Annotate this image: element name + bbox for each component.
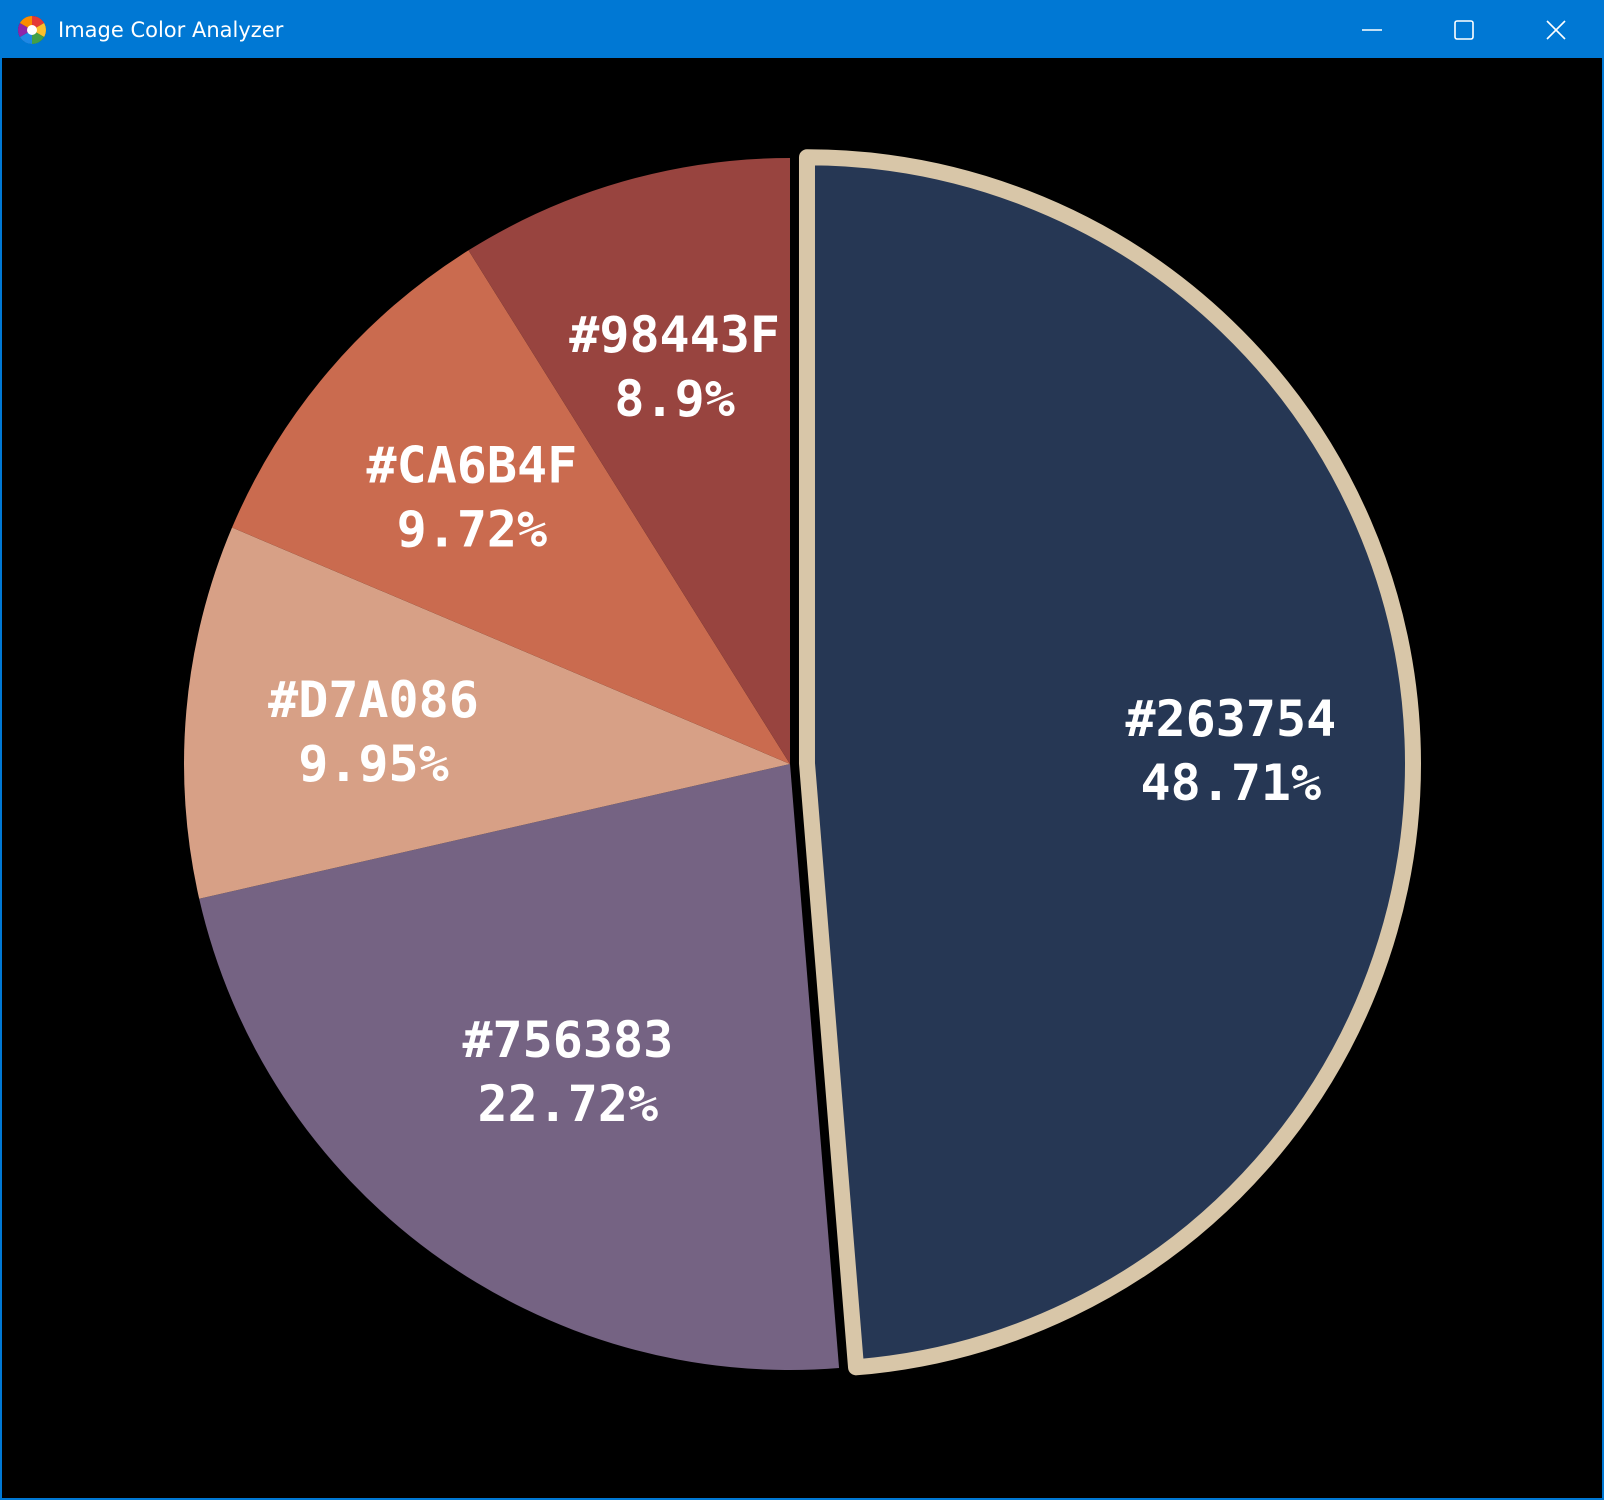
app-window: Image Color Analyzer #263754 48.71% #7563: [0, 0, 1604, 1500]
minimize-icon: [1362, 29, 1382, 31]
title-bar[interactable]: Image Color Analyzer: [2, 2, 1602, 58]
slice-color-label: #756383: [462, 1011, 673, 1069]
pie-slice[interactable]: [798, 149, 1421, 1376]
slice-percent-label: 48.71%: [1141, 754, 1322, 812]
color-wheel-icon: [16, 14, 48, 46]
close-button[interactable]: [1510, 2, 1602, 58]
pie-chart: #263754 48.71% #756383 22.72% #D7A086 9.95% #C…: [183, 149, 1421, 1376]
slice-percent-label: 8.9%: [614, 370, 734, 428]
slice-color-label: #263754: [1125, 690, 1336, 748]
slice-percent-label: 9.72%: [397, 501, 548, 559]
chart-area: #263754 48.71% #756383 22.72% #D7A086 9.95% #C…: [2, 58, 1602, 1498]
maximize-icon: [1454, 20, 1474, 40]
slice-percent-label: 22.72%: [478, 1075, 659, 1133]
slice-color-label: #CA6B4F: [367, 437, 578, 495]
slice-color-label: #98443F: [569, 306, 780, 364]
close-icon: [1546, 20, 1566, 40]
minimize-button[interactable]: [1326, 2, 1418, 58]
slice-color-label: #D7A086: [268, 671, 479, 729]
slice-percent-label: 9.95%: [298, 735, 449, 793]
maximize-button[interactable]: [1418, 2, 1510, 58]
window-controls: [1326, 2, 1602, 58]
window-title: Image Color Analyzer: [58, 18, 284, 42]
